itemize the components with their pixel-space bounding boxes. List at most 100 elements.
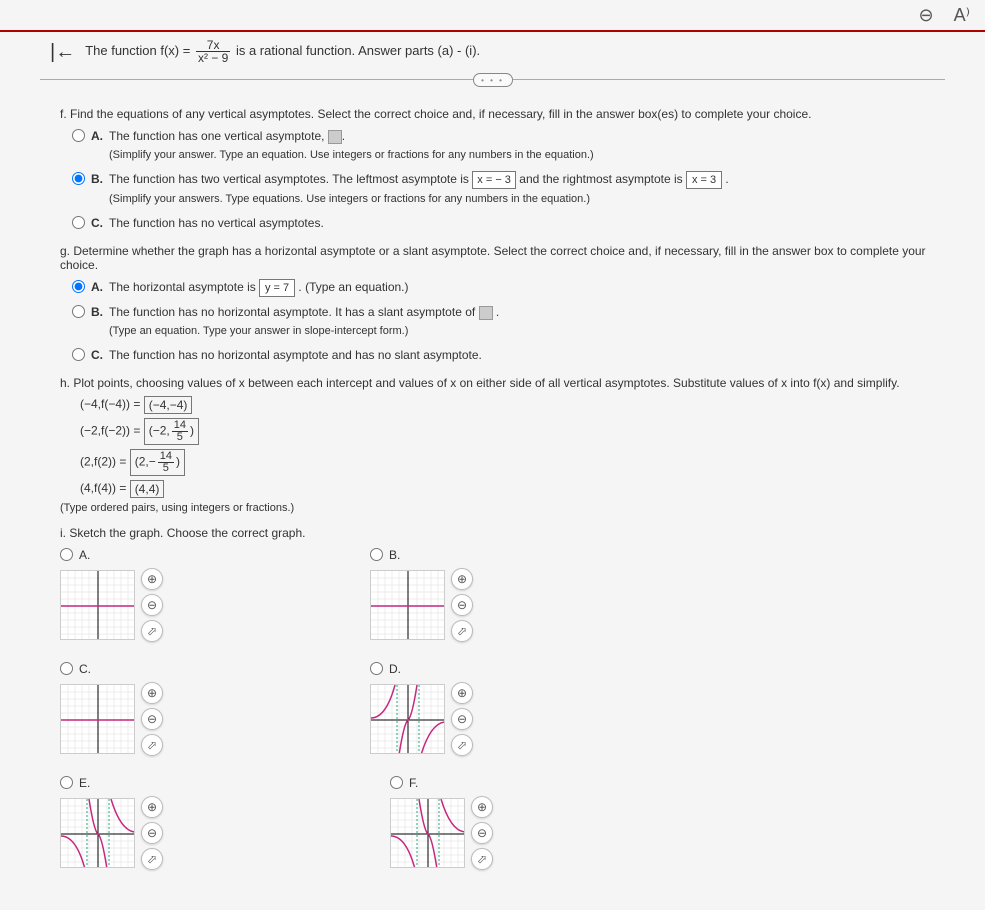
frac-denominator: x² − 9 xyxy=(196,52,230,64)
graph-option-b[interactable]: B. ⊕ ⊖ ⬀ xyxy=(370,548,700,642)
graph-thumbnail xyxy=(60,798,135,868)
option-letter: C. xyxy=(79,662,91,676)
zoom-out-button[interactable]: ⊖ xyxy=(451,594,473,616)
option-text: . xyxy=(496,305,499,319)
graph-thumbnail xyxy=(390,798,465,868)
zoom-out-button[interactable]: ⊖ xyxy=(141,708,163,730)
back-arrow-icon[interactable]: |← xyxy=(50,41,75,64)
zoom-in-button[interactable]: ⊕ xyxy=(471,796,493,818)
open-button[interactable]: ⬀ xyxy=(451,734,473,756)
more-content-marker[interactable]: • • • xyxy=(473,73,513,87)
func-suffix: is a rational function. Answer parts (a)… xyxy=(236,43,480,58)
option-letter: C. xyxy=(91,346,103,364)
open-button[interactable]: ⬀ xyxy=(141,734,163,756)
part-g-option-c[interactable]: C. The function has no horizontal asympt… xyxy=(72,346,955,364)
radio-f-c[interactable] xyxy=(72,216,85,229)
point-value[interactable]: (−4,−4) xyxy=(144,396,193,414)
graph-option-a[interactable]: A. ⊕ ⊖ ⬀ xyxy=(60,548,370,642)
part-f-option-c[interactable]: C. The function has no vertical asymptot… xyxy=(72,214,955,232)
point-value[interactable]: (−2,145) xyxy=(144,418,199,445)
function-definition: The function f(x) = 7x x² − 9 is a ratio… xyxy=(85,39,480,64)
zoom-out-button[interactable]: ⊖ xyxy=(141,822,163,844)
open-button[interactable]: ⬀ xyxy=(471,848,493,870)
graph-option-e[interactable]: E. ⊕ ⊖ ⬀ xyxy=(60,776,390,870)
option-text: . xyxy=(725,172,728,186)
graph-option-f[interactable]: F. ⊕ ⊖ ⬀ xyxy=(390,776,700,870)
part-i-prompt: i. Sketch the graph. Choose the correct … xyxy=(60,526,955,540)
zoom-out-icon[interactable]: ⊖ xyxy=(918,5,933,26)
zoom-in-button[interactable]: ⊕ xyxy=(141,796,163,818)
option-letter: A. xyxy=(91,127,103,145)
graph-options: A. ⊕ ⊖ ⬀ xyxy=(60,548,955,890)
radio-i-e[interactable] xyxy=(60,776,73,789)
read-aloud-icon[interactable]: A⁾ xyxy=(954,5,970,26)
graph-thumbnail xyxy=(60,570,135,640)
option-letter: F. xyxy=(409,776,418,790)
part-g: g. Determine whether the graph has a hor… xyxy=(60,244,955,364)
point-lhs: (2,f(2)) = xyxy=(80,454,130,468)
zoom-in-button[interactable]: ⊕ xyxy=(451,568,473,590)
option-letter: B. xyxy=(91,170,103,188)
pair-x: 2,− xyxy=(139,454,156,468)
part-g-option-b[interactable]: B. The function has no horizontal asympt… xyxy=(72,303,955,340)
zoom-in-button[interactable]: ⊕ xyxy=(141,682,163,704)
answer-box-left[interactable]: x = − 3 xyxy=(472,171,516,190)
answer-box[interactable]: y = 7 xyxy=(259,279,295,298)
part-h-note: (Type ordered pairs, using integers or f… xyxy=(60,502,955,514)
option-note: (Simplify your answers. Type equations. … xyxy=(109,193,590,205)
graph-option-c[interactable]: C. ⊕ ⊖ ⬀ xyxy=(60,662,370,756)
radio-f-a[interactable] xyxy=(72,129,85,142)
radio-g-b[interactable] xyxy=(72,305,85,318)
part-f-option-b[interactable]: B. The function has two vertical asympto… xyxy=(72,170,955,208)
answer-box[interactable] xyxy=(328,130,342,144)
radio-f-b[interactable] xyxy=(72,172,85,185)
zoom-out-button[interactable]: ⊖ xyxy=(141,594,163,616)
graph-option-d[interactable]: D. ⊕ ⊖ ⬀ xyxy=(370,662,680,756)
zoom-in-button[interactable]: ⊕ xyxy=(451,682,473,704)
radio-i-a[interactable] xyxy=(60,548,73,561)
part-h-prompt: h. Plot points, choosing values of x bet… xyxy=(60,376,955,390)
part-f-option-a[interactable]: A. The function has one vertical asympto… xyxy=(72,127,955,164)
graph-thumbnail xyxy=(60,684,135,754)
frac-num: 14 xyxy=(172,420,188,432)
point-lhs: (−4,f(−4)) = xyxy=(80,397,144,411)
answer-box[interactable] xyxy=(479,306,493,320)
option-text: . (Type an equation.) xyxy=(298,280,408,294)
point-1: (−4,f(−4)) = (−4,−4) xyxy=(80,396,955,414)
zoom-out-button[interactable]: ⊖ xyxy=(471,822,493,844)
part-g-option-a[interactable]: A. The horizontal asymptote is y = 7 . (… xyxy=(72,278,955,298)
point-lhs: (−2,f(−2)) = xyxy=(80,423,144,437)
radio-i-c[interactable] xyxy=(60,662,73,675)
graph-thumbnail xyxy=(370,570,445,640)
point-value[interactable]: (4,4) xyxy=(130,480,165,498)
frac-den: 5 xyxy=(172,432,188,443)
zoom-out-button[interactable]: ⊖ xyxy=(451,708,473,730)
radio-g-a[interactable] xyxy=(72,280,85,293)
part-f: f. Find the equations of any vertical as… xyxy=(60,107,955,232)
graph-svg xyxy=(61,571,135,640)
frac-num: 14 xyxy=(158,451,174,463)
radio-i-b[interactable] xyxy=(370,548,383,561)
option-text: The function has no horizontal asymptote… xyxy=(109,346,955,364)
top-bar: ⊖ A⁾ xyxy=(0,0,985,30)
radio-i-f[interactable] xyxy=(390,776,403,789)
option-letter: C. xyxy=(91,214,103,232)
open-button[interactable]: ⬀ xyxy=(451,620,473,642)
open-button[interactable]: ⬀ xyxy=(141,848,163,870)
option-letter: B. xyxy=(389,548,400,562)
option-text: The function has one vertical asymptote, xyxy=(109,129,328,143)
zoom-in-button[interactable]: ⊕ xyxy=(141,568,163,590)
radio-i-d[interactable] xyxy=(370,662,383,675)
graph-thumbnail xyxy=(370,684,445,754)
part-g-prompt: g. Determine whether the graph has a hor… xyxy=(60,244,955,272)
answer-box-right[interactable]: x = 3 xyxy=(686,171,722,190)
option-letter: D. xyxy=(389,662,401,676)
point-3: (2,f(2)) = (2,−145) xyxy=(80,449,955,476)
option-letter: A. xyxy=(91,278,103,296)
point-value[interactable]: (2,−145) xyxy=(130,449,185,476)
open-button[interactable]: ⬀ xyxy=(141,620,163,642)
accent-line xyxy=(0,30,985,32)
option-note: (Type an equation. Type your answer in s… xyxy=(109,325,408,337)
option-text: and the rightmost asymptote is xyxy=(519,172,686,186)
radio-g-c[interactable] xyxy=(72,348,85,361)
